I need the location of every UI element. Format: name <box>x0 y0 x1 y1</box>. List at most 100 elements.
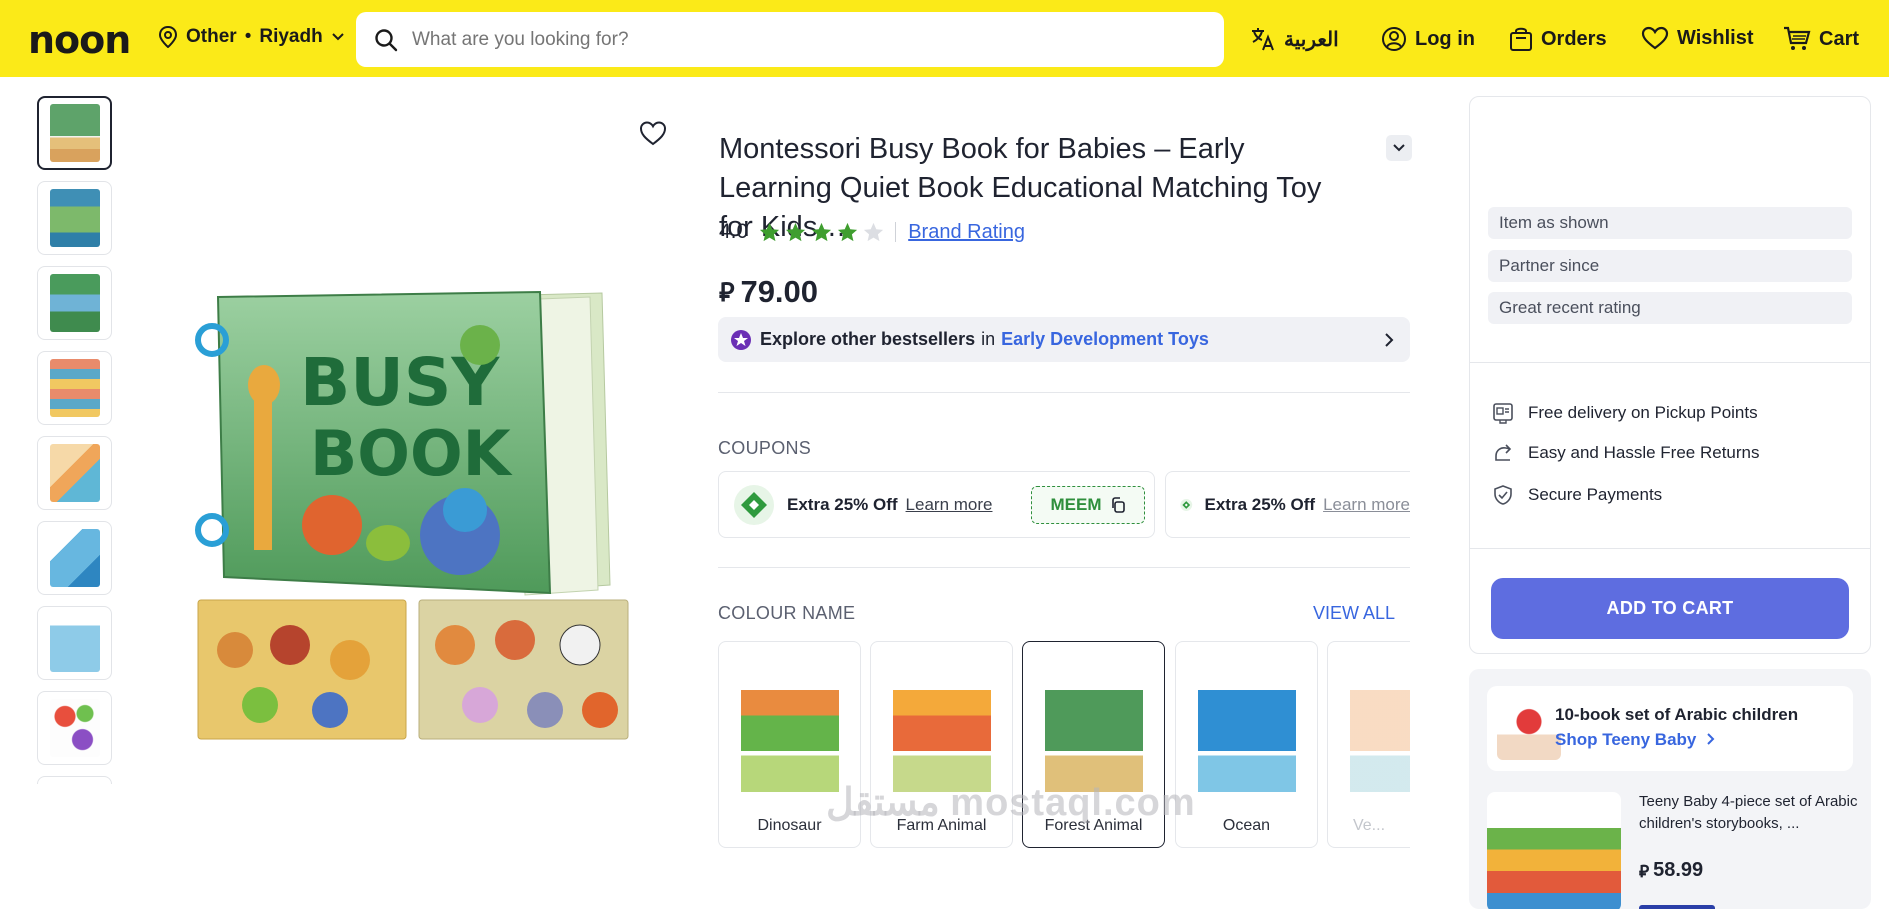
price-value: 58.99 <box>1653 859 1704 881</box>
promo-card[interactable] <box>1487 686 1853 771</box>
perk-secure-payments: Secure Payments <box>1492 484 1662 506</box>
translate-icon <box>1252 28 1274 51</box>
location-selector[interactable]: Other • Riyadh <box>158 26 345 48</box>
language-switch[interactable]: العربية <box>1250 26 1339 52</box>
bestsellers-category: Early Development Toys <box>1001 329 1209 349</box>
divider <box>1470 362 1870 363</box>
currency-symbol: ⃁ <box>1639 861 1650 881</box>
copy-icon <box>1111 497 1125 513</box>
chevron-down-icon <box>1393 144 1405 152</box>
main-product-image[interactable]: BUSY BOOK <box>190 285 630 745</box>
thumbnail-strip <box>37 96 112 784</box>
coupon-code: MEEM <box>1050 495 1102 514</box>
wishlist-button[interactable]: Wishlist <box>1641 26 1754 50</box>
thumbnail-7[interactable] <box>37 606 112 680</box>
bestsellers-in: in <box>981 329 996 349</box>
thumbnail-1[interactable] <box>37 96 112 170</box>
thumbnail-2[interactable] <box>37 181 112 255</box>
svg-text:BOOK: BOOK <box>310 417 513 490</box>
language-label: العربية <box>1284 28 1339 51</box>
seller-panel: Item as shown Partner since Great recent… <box>1469 96 1871 654</box>
noon-logo[interactable]: noon <box>28 18 131 62</box>
partner-since: Partner since <box>1488 250 1852 282</box>
add-to-wishlist-heart-icon[interactable] <box>638 118 668 148</box>
coupon-1-text: Extra 25% Off <box>787 494 898 514</box>
watermark: مستقل mostaql.com <box>826 782 1196 824</box>
coupon-2-text: Extra 25% Off <box>1204 494 1316 514</box>
price: ⃁ 79.00 <box>719 274 818 310</box>
swatch-label: Ve... <box>1352 817 1386 834</box>
promo-panel: 10-book set of Arabic children Shop Teen… <box>1469 669 1871 909</box>
orders-button[interactable]: Orders <box>1509 26 1607 52</box>
cart-button[interactable]: Cart <box>1783 26 1859 52</box>
coupon-card-2[interactable]: Extra 25% Off Learn more <box>1165 471 1410 538</box>
orders-bag-icon <box>1510 27 1532 51</box>
colour-option-ocean[interactable]: Ocean <box>1175 641 1318 848</box>
coupons-label: COUPONS <box>718 438 812 458</box>
login-label: Log in <box>1415 27 1475 50</box>
coupon-tag-icon <box>1180 498 1193 511</box>
thumbnail-8[interactable] <box>37 691 112 765</box>
shield-check-icon <box>1494 485 1512 505</box>
divider <box>718 392 1410 393</box>
promo-link-label: Shop Teeny Baby <box>1555 730 1697 749</box>
currency-symbol: ⃁ <box>719 276 735 307</box>
perk-free-delivery: Free delivery on Pickup Points <box>1492 402 1758 424</box>
location-city: Riyadh <box>259 26 323 47</box>
thumbnail-5[interactable] <box>37 436 112 510</box>
location-pin-icon <box>158 26 178 48</box>
bestsellers-text: Explore other bestsellers <box>760 329 976 349</box>
price-value: 79.00 <box>740 274 819 309</box>
pickup-point-icon <box>1493 403 1513 424</box>
thumbnail-6[interactable] <box>37 521 112 595</box>
brand-rating-link[interactable]: Brand Rating <box>908 221 1025 244</box>
search-bar <box>356 12 1224 67</box>
swatch-image <box>741 690 839 792</box>
badge-star-icon <box>731 329 751 350</box>
wishlist-label: Wishlist <box>1677 26 1754 49</box>
swatch-label: Ocean <box>1222 817 1271 834</box>
add-to-cart-button[interactable]: ADD TO CART <box>1491 578 1849 639</box>
promo-thumbnail <box>1497 696 1561 760</box>
thumbnail-9-partial[interactable] <box>37 776 112 784</box>
perk-returns: Easy and Hassle Free Returns <box>1492 442 1760 464</box>
view-all-colours-link[interactable]: VIEW ALL <box>1313 603 1395 624</box>
search-icon <box>375 28 398 51</box>
promo-title: 10-book set of Arabic children <box>1555 705 1799 724</box>
coupon-card-1[interactable]: Extra 25% Off Learn more MEEM <box>718 471 1155 538</box>
coupon-tag-icon <box>734 484 774 525</box>
teeny-baby-product-image[interactable] <box>1487 792 1621 909</box>
heart-icon <box>1641 26 1669 50</box>
shop-teeny-baby-link[interactable]: Shop Teeny Baby <box>1555 730 1715 750</box>
star-rating <box>758 221 885 244</box>
rating-divider <box>895 222 897 242</box>
search-input[interactable] <box>412 28 1192 51</box>
expand-title-button[interactable] <box>1386 135 1412 161</box>
star-filled-icon <box>838 222 858 241</box>
cart-icon <box>1784 26 1811 50</box>
coupon-code-copy-button[interactable]: MEEM <box>1031 486 1145 524</box>
perk-returns-label: Easy and Hassle Free Returns <box>1528 443 1760 462</box>
return-arrow-icon <box>1495 444 1512 461</box>
swatch-image <box>1350 690 1410 792</box>
promo-action-bar[interactable] <box>1639 905 1715 909</box>
colour-name-label: COLOUR NAME <box>718 603 856 623</box>
teeny-baby-product-title[interactable]: Teeny Baby 4-piece set of Arabic childre… <box>1639 791 1859 835</box>
location-separator: • <box>244 26 252 47</box>
bestsellers-banner[interactable]: Explore other bestsellers in Early Devel… <box>718 317 1410 362</box>
great-recent-rating: Great recent rating <box>1488 292 1852 324</box>
chevron-right-icon <box>1385 332 1394 347</box>
divider <box>1470 548 1870 549</box>
colour-option-partial[interactable]: Ve... <box>1327 641 1410 848</box>
swatch-image <box>1045 690 1143 792</box>
swatch-image <box>1198 690 1296 792</box>
thumbnail-4[interactable] <box>37 351 112 425</box>
teeny-baby-product-price: ⃁ 58.99 <box>1639 859 1703 882</box>
chevron-down-icon <box>331 33 344 41</box>
login-button[interactable]: Log in <box>1381 26 1475 52</box>
thumbnail-3[interactable] <box>37 266 112 340</box>
coupon-1-learn-more[interactable]: Learn more <box>906 495 993 515</box>
coupon-2-learn-more[interactable]: Learn more <box>1323 495 1410 515</box>
chevron-right-icon <box>1707 733 1715 745</box>
user-icon <box>1382 27 1406 51</box>
